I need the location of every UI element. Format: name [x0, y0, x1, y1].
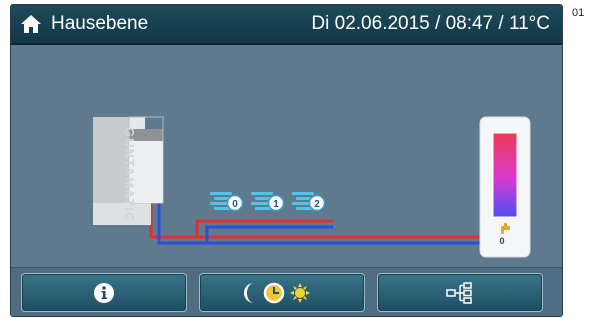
moon-clock-sun-icon [244, 282, 310, 303]
pump-label: 2 [314, 199, 320, 210]
heating-system-diagram: GUNTAMATIC 0 1 2 0 [93, 116, 531, 258]
hierarchy-button[interactable] [377, 273, 543, 312]
pump-label: 1 [273, 199, 279, 210]
pump-0[interactable]: 0 [210, 192, 244, 212]
pump-1[interactable]: 1 [251, 192, 285, 212]
hot-water-tank[interactable]: 0 [479, 116, 531, 258]
mode-button[interactable] [199, 273, 365, 312]
sun-icon [290, 282, 310, 303]
info-button[interactable] [21, 273, 187, 312]
boiler-brand-label: GUNTAMATIC [122, 127, 137, 222]
page-title: Hausebene [51, 13, 149, 34]
header-bar: Hausebene Di 02.06.2015 / 08:47 / 11°C [11, 5, 562, 45]
tank-value: 0 [499, 236, 504, 246]
home-icon[interactable] [20, 14, 42, 34]
moon-icon [244, 282, 254, 303]
pump-2[interactable]: 2 [292, 192, 326, 212]
hierarchy-icon [446, 281, 472, 304]
control-panel-screen: Hausebene Di 02.06.2015 / 08:47 / 11°C G… [10, 4, 563, 317]
bottom-toolbar [11, 267, 562, 316]
page-number: 01 [572, 7, 585, 19]
info-icon [94, 282, 114, 303]
date-time-temperature: Di 02.06.2015 / 08:47 / 11°C [311, 13, 550, 34]
pump-label: 0 [232, 199, 238, 210]
